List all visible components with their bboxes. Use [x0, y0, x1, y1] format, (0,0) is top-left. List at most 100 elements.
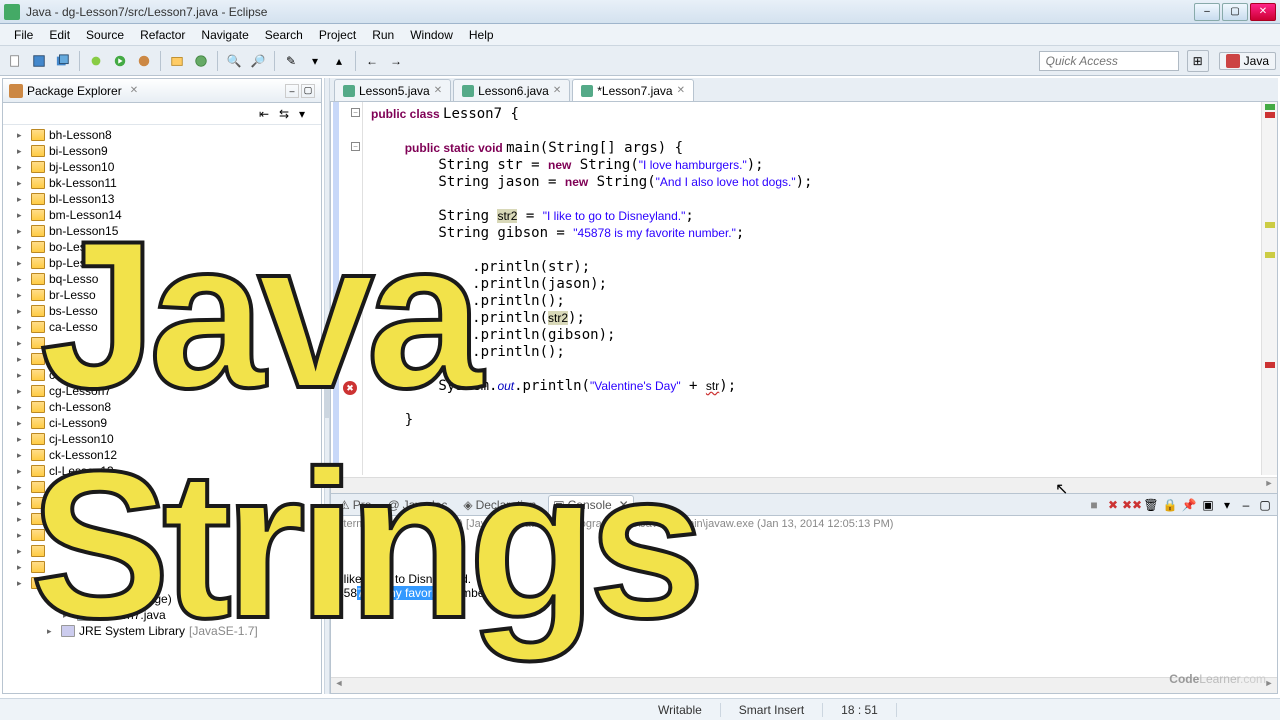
open-console-icon[interactable]: ▾	[1219, 497, 1235, 513]
prev-annotation-button[interactable]: ▴	[328, 50, 350, 72]
tree-project[interactable]: ▸ca-Lesso	[3, 319, 321, 335]
menu-run[interactable]: Run	[364, 28, 402, 42]
tree-project[interactable]: ▸bj-Lesson10	[3, 159, 321, 175]
close-tab-icon[interactable]: ✕	[434, 85, 442, 96]
tree-project[interactable]: ▸bs-Lesso	[3, 303, 321, 319]
tree-project[interactable]: ▸cg-Lesson7	[3, 383, 321, 399]
new-button[interactable]	[4, 50, 26, 72]
tree-project[interactable]: ▸ci-Lesson9	[3, 415, 321, 431]
menu-window[interactable]: Window	[402, 28, 461, 42]
open-type-button[interactable]: 🔍	[223, 50, 245, 72]
new-package-button[interactable]	[166, 50, 188, 72]
error-marker-icon[interactable]: ✖	[343, 381, 357, 395]
quick-access-input[interactable]	[1039, 51, 1179, 71]
tree-project[interactable]: ▸	[3, 543, 321, 559]
minimize-button[interactable]: –	[1194, 3, 1220, 21]
new-class-button[interactable]	[190, 50, 212, 72]
tree-project[interactable]: ▸ch-Lesson8	[3, 399, 321, 415]
tree-project[interactable]: ▸cf-Lesson6	[3, 367, 321, 383]
declaration-tab[interactable]: ◈Declaration	[459, 498, 540, 512]
editor-tab[interactable]: *Lesson7.java✕	[572, 79, 694, 101]
menu-refactor[interactable]: Refactor	[132, 28, 193, 42]
fold-icon[interactable]: −	[351, 142, 360, 151]
open-perspective-button[interactable]: ⊞	[1187, 50, 1209, 72]
tree-project[interactable]: ▸bk-Lesson11	[3, 175, 321, 191]
tree-project[interactable]: ▸	[3, 559, 321, 575]
save-all-button[interactable]	[52, 50, 74, 72]
editor-tab[interactable]: Lesson6.java✕	[453, 79, 570, 101]
tree-project[interactable]: ▸bq-Lesso	[3, 271, 321, 287]
tree-project[interactable]: ▸bn-Lesson15	[3, 223, 321, 239]
toggle-mark-button[interactable]: ✎	[280, 50, 302, 72]
tree-package[interactable]: ▾(default package)	[3, 591, 321, 607]
project-tree[interactable]: ▸bh-Lesson8▸bi-Lesson9▸bj-Lesson10▸bk-Le…	[3, 125, 321, 693]
minimize-view-button[interactable]: –	[285, 84, 299, 98]
tree-project[interactable]: ▸	[3, 511, 321, 527]
collapse-all-icon[interactable]: ⇤	[259, 107, 273, 121]
close-icon[interactable]: ✕	[619, 498, 629, 512]
console-output[interactable]: I like to go to Disneyland.45878 is my f…	[331, 532, 1277, 677]
fold-icon[interactable]: −	[351, 108, 360, 117]
menu-search[interactable]: Search	[257, 28, 311, 42]
overview-ruler[interactable]	[1261, 102, 1277, 475]
next-annotation-button[interactable]: ▾	[304, 50, 326, 72]
tree-project[interactable]: ▸br-Lesso	[3, 287, 321, 303]
tree-project[interactable]: ▸ck-Lesson12	[3, 447, 321, 463]
menu-source[interactable]: Source	[78, 28, 132, 42]
save-button[interactable]	[28, 50, 50, 72]
tree-jre-library[interactable]: ▸JRE System Library [JavaSE-1.7]	[3, 623, 321, 639]
tree-project[interactable]: ▸bh-Lesson8	[3, 127, 321, 143]
menu-edit[interactable]: Edit	[41, 28, 78, 42]
editor-tab[interactable]: Lesson5.java✕	[334, 79, 451, 101]
debug-button[interactable]	[85, 50, 107, 72]
java-perspective-icon	[1226, 54, 1240, 68]
link-editor-icon[interactable]: ⇆	[279, 107, 293, 121]
tree-project[interactable]: ▸cj-Lesson10	[3, 431, 321, 447]
back-button[interactable]: ←	[361, 50, 383, 72]
close-tab-icon[interactable]: ✕	[553, 85, 561, 96]
tree-project[interactable]: ▸bm-Lesson14	[3, 207, 321, 223]
java-perspective-button[interactable]: Java	[1219, 52, 1276, 70]
remove-all-icon[interactable]: ✖✖	[1124, 497, 1140, 513]
tree-project[interactable]: ▸cl-Lesson13	[3, 463, 321, 479]
display-console-icon[interactable]: ▣	[1200, 497, 1216, 513]
tree-project[interactable]: ▸	[3, 335, 321, 351]
tree-project[interactable]: ▸	[3, 575, 321, 591]
menu-navigate[interactable]: Navigate	[193, 28, 256, 42]
tree-project[interactable]: ▸bl-Lesson13	[3, 191, 321, 207]
problems-tab[interactable]: ⚠Pro	[335, 498, 375, 512]
terminate-icon[interactable]: ■	[1086, 497, 1102, 513]
minimize-view-button[interactable]: –	[1238, 497, 1254, 513]
remove-launch-icon[interactable]: ✖	[1105, 497, 1121, 513]
tree-project[interactable]: ▸	[3, 351, 321, 367]
javadoc-tab[interactable]: @Javadoc	[383, 498, 451, 512]
tree-project[interactable]: ▸	[3, 527, 321, 543]
tree-java-file[interactable]: ▸Lesson7.java	[3, 607, 321, 623]
code-editor[interactable]: − − ✖ public class Lesson7 { public stat…	[330, 102, 1278, 494]
close-view-button[interactable]: ✕	[130, 85, 138, 96]
tree-project[interactable]: ▸cm-	[3, 479, 321, 495]
scroll-lock-icon[interactable]: 🔒	[1162, 497, 1178, 513]
maximize-button[interactable]: ▢	[1222, 3, 1248, 21]
tree-project[interactable]: ▸	[3, 495, 321, 511]
tree-project[interactable]: ▸bo-Lesso	[3, 239, 321, 255]
search-button[interactable]: 🔎	[247, 50, 269, 72]
menu-project[interactable]: Project	[311, 28, 364, 42]
tree-project[interactable]: ▸bi-Lesson9	[3, 143, 321, 159]
close-tab-icon[interactable]: ✕	[677, 85, 685, 96]
run-last-button[interactable]	[133, 50, 155, 72]
run-button[interactable]	[109, 50, 131, 72]
clear-console-icon[interactable]: 🗑	[1143, 497, 1159, 513]
close-button[interactable]: ✕	[1250, 3, 1276, 21]
console-tab[interactable]: ▣Console✕	[548, 495, 633, 516]
tree-project[interactable]: ▸bp-Lesso	[3, 255, 321, 271]
forward-button[interactable]: →	[385, 50, 407, 72]
menu-file[interactable]: File	[6, 28, 41, 42]
maximize-view-button[interactable]: ▢	[1257, 497, 1273, 513]
menu-help[interactable]: Help	[461, 28, 502, 42]
view-menu-icon[interactable]: ▾	[299, 107, 313, 121]
console-hscrollbar[interactable]: ◄►	[331, 677, 1277, 693]
maximize-view-button[interactable]: ▢	[301, 84, 315, 98]
pin-console-icon[interactable]: 📌	[1181, 497, 1197, 513]
editor-hscrollbar[interactable]: ◄►	[331, 477, 1277, 493]
